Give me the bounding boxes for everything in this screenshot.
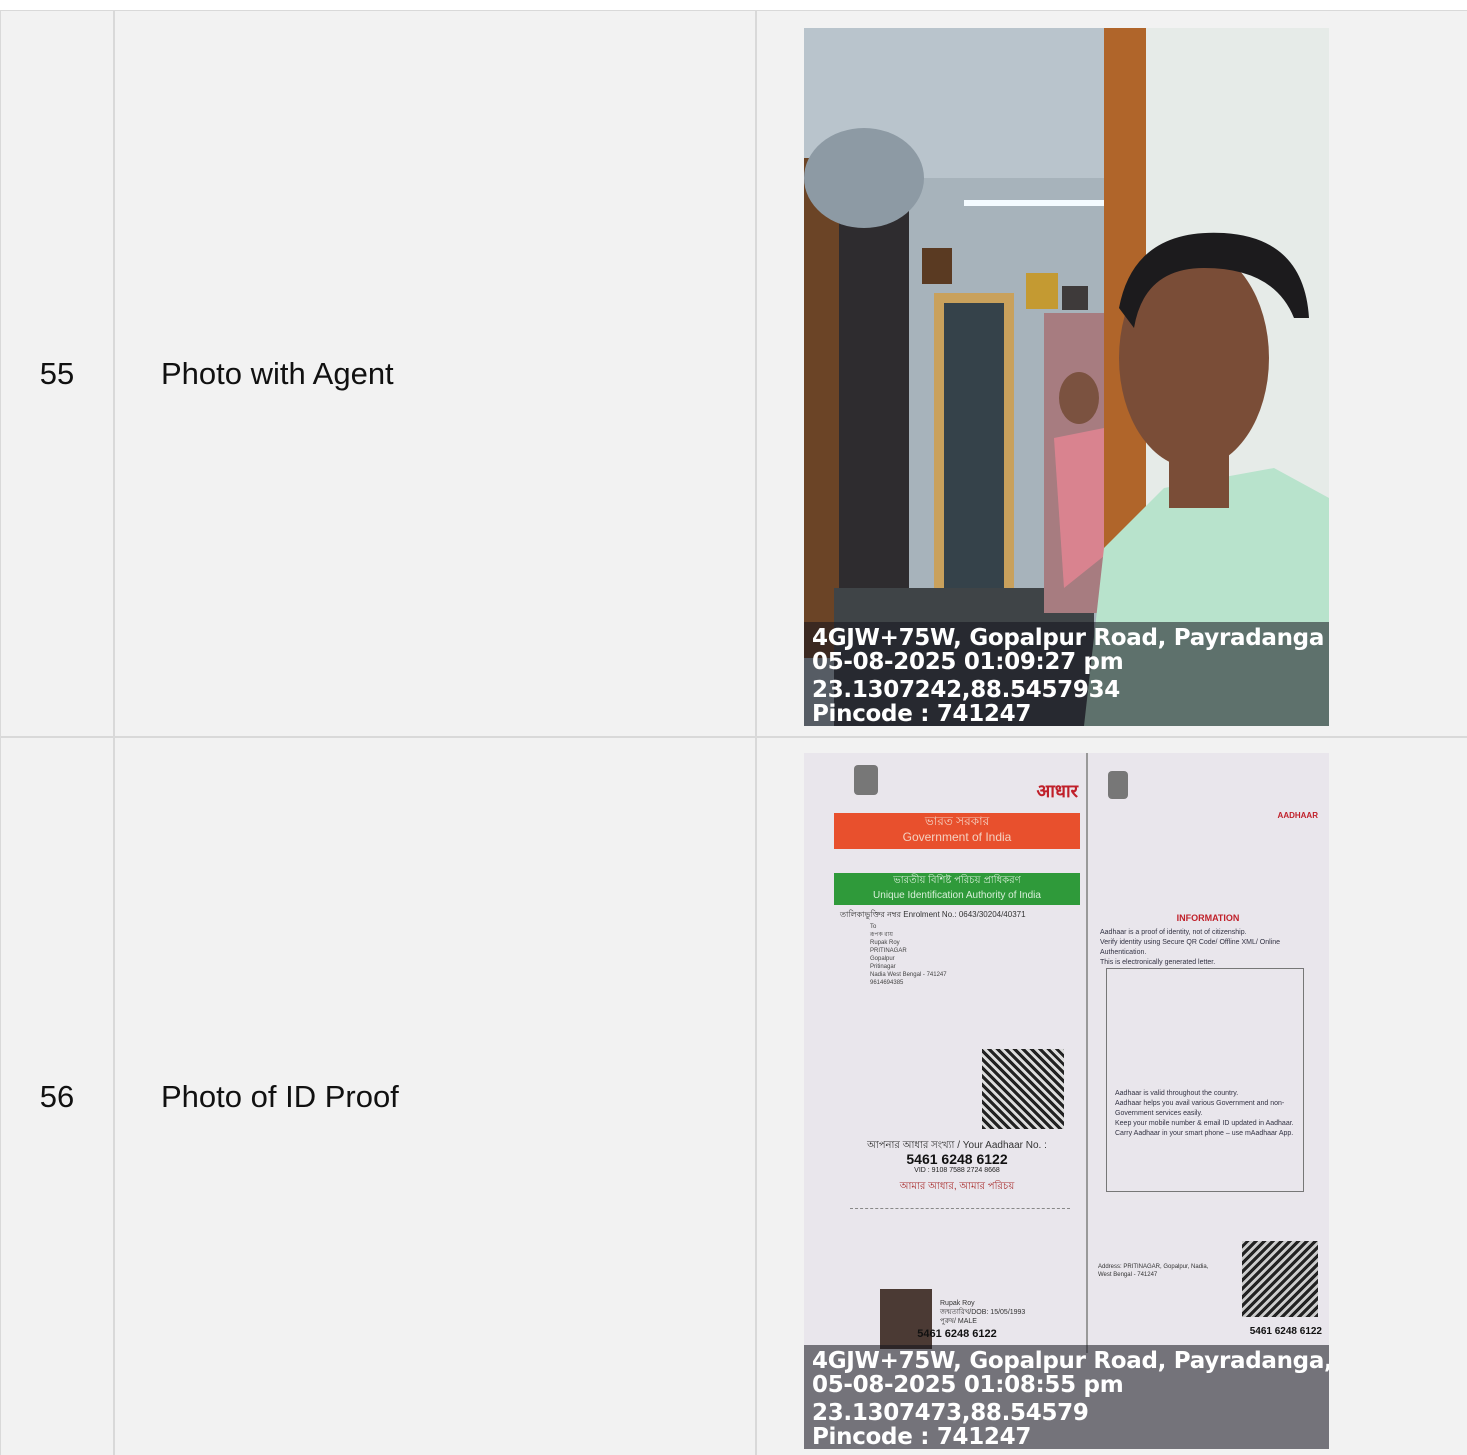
info-line: This is electronically generated letter. <box>1100 959 1216 966</box>
card-back-address: Address: PRITINAGAR, Gopalpur, Nadia, We… <box>1098 1264 1209 1278</box>
uidai-en: Unique Identification Authority of India <box>873 890 1041 901</box>
address-line: Nadia West Bengal - 741247 <box>870 972 947 978</box>
address-line: Pritinagar <box>870 964 896 970</box>
row-label: Photo of ID Proof <box>115 738 757 1455</box>
fold-line <box>1086 753 1088 1353</box>
aadhaar-logo: आधार <box>1036 781 1079 801</box>
photo-cell: 4GJW+75W, Gopalpur Road, Payradanga 05-0… <box>757 11 1467 736</box>
info-line: Aadhaar is a proof of identity, not of c… <box>1100 929 1247 936</box>
geotag-overlay: 4GJW+75W, Gopalpur Road, Payradanga, 05-… <box>804 1345 1329 1449</box>
info-box-list: Aadhaar is valid throughout the country.… <box>1115 1089 1295 1139</box>
card-name: Rupak Roy <box>940 1300 975 1307</box>
box-line: Aadhaar helps you avail various Governme… <box>1115 1100 1285 1117</box>
emblem-icon <box>1108 771 1128 799</box>
evidence-table: 55 Photo with Agent 4GJW+75W, Gopalpur R… <box>0 10 1467 1455</box>
card-dob: জন্মতারিখ/DOB: 15/05/1993 <box>940 1309 1026 1316</box>
row-number: 56 <box>0 738 115 1455</box>
photo-cell: आधार ভারত সরকার Government of India ভারত… <box>757 738 1467 1455</box>
address-line: রূপক রায় <box>870 932 893 938</box>
uidai-bn: ভারতীয় বিশিষ্ট পরিচয় প্রাধিকরণ <box>893 875 1021 886</box>
geotag-address: 4GJW+75W, Gopalpur Road, Payradanga, <box>812 1348 1329 1374</box>
info-title: INFORMATION <box>1176 913 1240 923</box>
tagline: আমার আধার, আমার পরিচয় <box>899 1181 1015 1192</box>
gov-banner: ভারত সরকার Government of India <box>834 813 1080 849</box>
card-details: Rupak Roy জন্মতারিখ/DOB: 15/05/1993 পুরু… <box>940 1299 1025 1326</box>
geotag-datetime: 05-08-2025 01:09:27 pm <box>812 649 1124 675</box>
geotag-address: 4GJW+75W, Gopalpur Road, Payradanga <box>812 625 1325 651</box>
card-gender: পুরুষ/ MALE <box>940 1318 977 1325</box>
card-qr-icon <box>1242 1241 1318 1317</box>
address-line: Rupak Roy <box>870 940 900 946</box>
vid-number: VID : 9108 7588 2724 8668 <box>914 1167 1000 1174</box>
address-block: To রূপক রায় Rupak Roy PRITINAGAR Gopalp… <box>870 923 947 987</box>
card-photo <box>880 1289 932 1349</box>
id-proof-photo: आधार ভারত সরকার Government of India ভারত… <box>804 753 1329 1449</box>
agent-photo: 4GJW+75W, Gopalpur Road, Payradanga 05-0… <box>804 28 1329 726</box>
table-row: 55 Photo with Agent 4GJW+75W, Gopalpur R… <box>0 10 1467 736</box>
aadhaar-front: आधार ভারত সরকার Government of India ভারত… <box>834 753 1080 1353</box>
address-line: Gopalpur <box>870 956 895 962</box>
info-box: Aadhaar is valid throughout the country.… <box>1106 968 1304 1192</box>
row-label: Photo with Agent <box>115 11 757 736</box>
row-number: 55 <box>0 11 115 736</box>
box-line: Carry Aadhaar in your smart phone – use … <box>1115 1130 1294 1137</box>
geotag-pincode: Pincode : 741247 <box>812 701 1032 726</box>
address-line: To <box>870 924 877 930</box>
address-line: PRITINAGAR <box>870 948 907 954</box>
qr-code-icon <box>982 1049 1064 1129</box>
box-line: Keep your mobile number & email ID updat… <box>1115 1120 1294 1127</box>
gov-en: Government of India <box>902 830 1012 844</box>
address-line: 9614694385 <box>870 980 904 986</box>
box-line: Aadhaar is valid throughout the country. <box>1115 1090 1239 1097</box>
emblem-icon <box>854 765 878 795</box>
enrolment-no: তালিকাভুক্তির নম্বর Enrolment No.: 0643/… <box>840 910 1026 919</box>
aadhaar-number: 5461 6248 6122 <box>906 1151 1008 1167</box>
geotag-pincode: Pincode : 741247 <box>812 1424 1032 1449</box>
card-back-number: 5461 6248 6122 <box>1249 1326 1322 1337</box>
card-number: 5461 6248 6122 <box>917 1328 997 1340</box>
table-row: 56 Photo of ID Proof आधार ভারত সরকার Gov… <box>0 736 1467 1455</box>
aadhaar-back: AADHAAR INFORMATION Aadhaar is a proof o… <box>1094 753 1322 1353</box>
info-line: Verify identity using Secure QR Code/ Of… <box>1100 939 1281 956</box>
geotag-datetime: 05-08-2025 01:08:55 pm <box>812 1372 1124 1398</box>
aadhaar-logo-2: AADHAAR <box>1277 811 1318 820</box>
geotag-coords: 23.1307242,88.5457934 <box>812 677 1120 703</box>
geotag-overlay: 4GJW+75W, Gopalpur Road, Payradanga 05-0… <box>804 622 1329 726</box>
gov-bn: ভারত সরকার <box>924 814 990 828</box>
info-list: Aadhaar is a proof of identity, not of c… <box>1100 928 1318 968</box>
geotag-coords: 23.1307473,88.54579 <box>812 1400 1089 1426</box>
uidai-banner: ভারতীয় বিশিষ্ট পরিচয় প্রাধিকরণ Unique … <box>834 873 1080 905</box>
